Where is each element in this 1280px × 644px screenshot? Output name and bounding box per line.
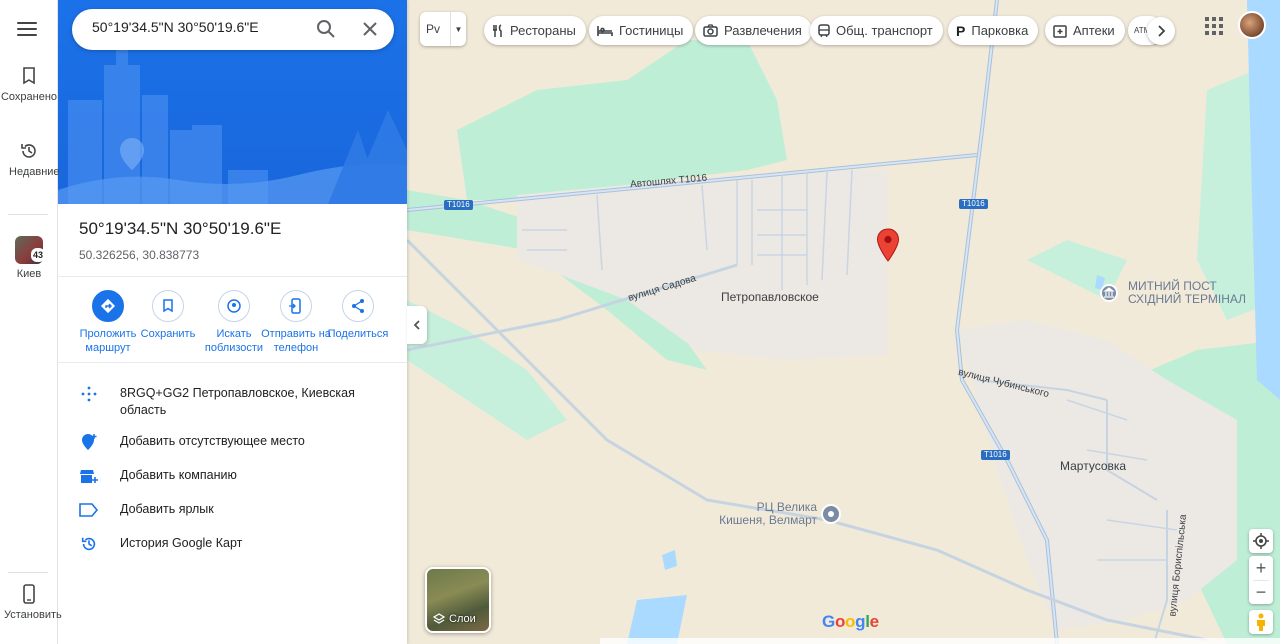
zoom-out-button[interactable]: − xyxy=(1253,580,1269,604)
layers-icon xyxy=(433,613,445,624)
village-label: Мартусовка xyxy=(1060,459,1127,473)
rail-divider xyxy=(8,214,48,215)
google-logo: Google xyxy=(822,612,879,631)
road-shield: Т1016 xyxy=(981,450,1010,460)
map-type-button[interactable]: Рv ▼ xyxy=(420,12,466,46)
chip-pharmacies[interactable]: Аптеки xyxy=(1045,16,1125,45)
zoom-controls: + − xyxy=(1249,556,1273,604)
collapse-panel-button[interactable] xyxy=(407,306,427,344)
layers-label: Слои xyxy=(449,613,476,625)
menu-icon[interactable] xyxy=(17,22,37,36)
map-type-label: Рv xyxy=(426,22,441,36)
road-shield: Т1016 xyxy=(959,199,988,209)
transit-icon xyxy=(818,23,830,38)
restaurant-icon xyxy=(492,23,504,38)
share-label: Поделиться xyxy=(327,328,389,340)
bookmark-icon xyxy=(17,64,41,88)
recent-label: Недавние xyxy=(9,166,60,178)
history-icon xyxy=(78,534,100,554)
poi-customs-label[interactable]: МИТНИЙ ПОСТ СХІДНИЙ ТЕРМІНАЛ xyxy=(1128,280,1258,306)
search-box[interactable] xyxy=(72,9,394,50)
map-graphics xyxy=(407,0,1280,644)
kiev-nav[interactable]: 43 Киев xyxy=(0,236,58,281)
chips-scroll-right-button[interactable] xyxy=(1147,17,1175,45)
chip-label: Гостиницы xyxy=(619,23,684,38)
recent-nav[interactable]: Недавние xyxy=(0,139,60,179)
saved-nav[interactable]: Сохранено xyxy=(0,64,58,104)
chip-label: Аптеки xyxy=(1073,23,1115,38)
pharmacy-icon xyxy=(1053,24,1067,38)
chevron-right-icon xyxy=(1158,25,1165,37)
history-icon xyxy=(17,139,41,163)
map-footer xyxy=(600,638,1280,644)
street-view-pegman[interactable] xyxy=(1249,610,1273,634)
chip-label: Рестораны xyxy=(510,23,576,38)
poi-shopping-icon[interactable] xyxy=(821,504,841,524)
apps-grid-icon[interactable] xyxy=(1204,16,1224,36)
save-button[interactable]: Сохранить xyxy=(130,290,206,341)
rail-divider xyxy=(8,572,48,573)
poi-mall-line2: Кишеня, Велмарт xyxy=(719,513,817,527)
zoom-in-button[interactable]: + xyxy=(1256,556,1267,580)
kiev-badge: 43 xyxy=(30,248,45,262)
parking-icon: P xyxy=(956,22,966,39)
close-icon[interactable] xyxy=(360,19,380,44)
plus-code-icon xyxy=(78,384,100,404)
kiev-thumbnail: 43 xyxy=(15,236,45,264)
place-panel: 50°19'34.5"N 30°50'19.6"E 50.326256, 30.… xyxy=(58,0,407,644)
nearby-search-icon xyxy=(218,290,250,322)
search-icon[interactable] xyxy=(316,19,336,44)
my-location-icon xyxy=(1253,533,1269,549)
send-to-phone-icon xyxy=(280,290,312,322)
village-label: Петропавловское xyxy=(721,290,819,304)
add-business-icon xyxy=(78,466,100,486)
my-location-button[interactable] xyxy=(1249,529,1273,553)
label-icon xyxy=(78,500,100,520)
save-label: Сохранить xyxy=(140,328,196,340)
add-label-text: Добавить ярлык xyxy=(120,502,214,516)
chip-restaurants[interactable]: Рестораны xyxy=(484,16,586,45)
action-bar: Проложить маршрут Сохранить Искать побли… xyxy=(72,290,396,360)
maps-history-text: История Google Карт xyxy=(120,536,243,550)
add-place-text: Добавить отсутствующее место xyxy=(120,434,305,448)
hotel-icon xyxy=(597,25,613,37)
divider xyxy=(58,276,407,277)
directions-icon xyxy=(92,290,124,322)
share-button[interactable]: Поделиться xyxy=(320,290,396,341)
saved-label: Сохранено xyxy=(0,91,58,103)
divider xyxy=(58,362,407,363)
left-rail: Сохранено Недавние 43 Киев Установить xyxy=(0,0,62,644)
chip-label: Развлечения xyxy=(724,23,802,38)
place-decimal-coords: 50.326256, 30.838773 xyxy=(79,248,200,262)
chip-label: Общ. транспорт xyxy=(836,23,933,38)
chip-parking[interactable]: P Парковка xyxy=(948,16,1039,45)
bookmark-icon xyxy=(152,290,184,322)
poi-mall-label[interactable]: РЦ Велика Кишеня, Велмарт xyxy=(717,501,817,527)
pegman-icon xyxy=(1257,613,1265,631)
share-icon xyxy=(342,290,374,322)
install-label: Установить xyxy=(4,609,62,621)
camera-icon xyxy=(703,24,718,37)
place-title: 50°19'34.5"N 30°50'19.6"E xyxy=(79,219,282,238)
account-avatar[interactable] xyxy=(1238,11,1266,39)
chevron-left-icon xyxy=(413,320,420,330)
add-place-icon xyxy=(78,432,100,452)
map-canvas[interactable]: Автошлях Т1016 Т1016 Т1016 Т1016 вулиця … xyxy=(407,0,1280,644)
kiev-label: Киев xyxy=(16,268,42,280)
phone-icon xyxy=(17,582,41,606)
layers-button[interactable]: Слои xyxy=(425,567,491,633)
search-input[interactable] xyxy=(92,19,302,35)
chevron-down-icon[interactable]: ▼ xyxy=(450,12,466,46)
chip-hotels[interactable]: Гостиницы xyxy=(589,16,694,45)
chip-entertainment[interactable]: Развлечения xyxy=(695,16,812,45)
plus-code-text: 8RGQ+GG2 Петропавловское, Киевская облас… xyxy=(120,386,355,417)
chip-label: Парковка xyxy=(971,23,1029,38)
add-business-text: Добавить компанию xyxy=(120,468,237,482)
chip-transit[interactable]: Общ. транспорт xyxy=(810,16,943,45)
install-nav[interactable]: Установить xyxy=(0,582,62,622)
poi-government-icon[interactable] xyxy=(1100,284,1118,302)
road-shield: Т1016 xyxy=(444,200,473,210)
